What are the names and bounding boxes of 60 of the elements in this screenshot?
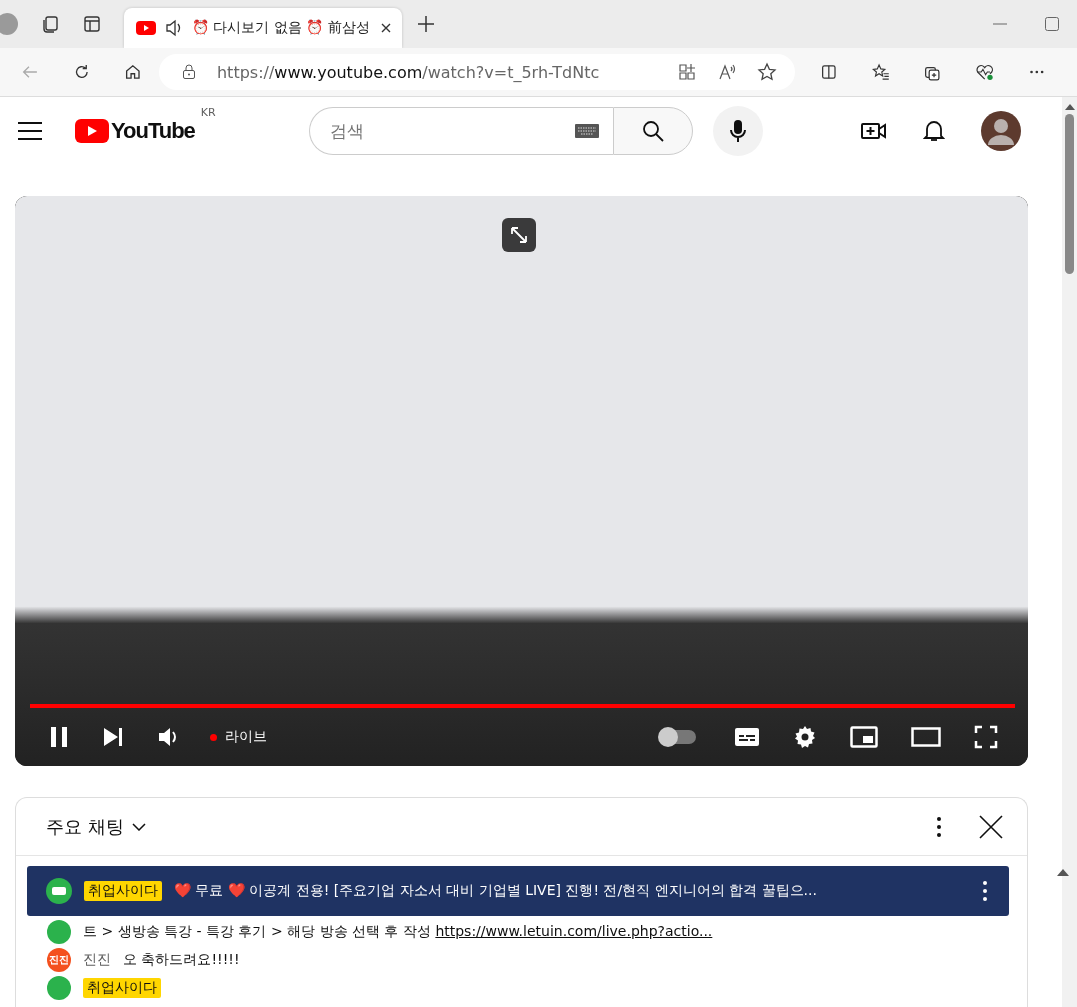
chat-mode-dropdown[interactable]: 주요 채팅 bbox=[46, 814, 146, 839]
read-aloud-icon[interactable] bbox=[716, 62, 737, 82]
voice-search-button[interactable] bbox=[712, 106, 763, 156]
search-icon bbox=[640, 119, 665, 143]
create-video-icon[interactable] bbox=[861, 121, 887, 141]
author-name: 진진 bbox=[83, 951, 111, 969]
scroll-up-icon[interactable] bbox=[1057, 868, 1069, 876]
split-screen-icon[interactable] bbox=[819, 62, 838, 82]
chevron-down-icon bbox=[131, 822, 146, 831]
message-link[interactable]: https://www.letuin.com/live.php?actio... bbox=[435, 923, 713, 939]
more-options-icon[interactable] bbox=[983, 881, 987, 901]
user-avatar: 진진 bbox=[47, 948, 71, 972]
lock-icon bbox=[180, 64, 197, 80]
autoplay-toggle[interactable] bbox=[660, 730, 696, 744]
settings-icon[interactable] bbox=[793, 725, 817, 749]
scrollbar-thumb[interactable] bbox=[1065, 114, 1074, 274]
bell-icon[interactable] bbox=[923, 119, 945, 143]
theater-mode-icon[interactable] bbox=[911, 727, 941, 747]
scroll-up-icon[interactable] bbox=[1064, 103, 1075, 110]
tab-title: ⏰ 다시보기 없음 ⏰ 前삼성 bbox=[192, 19, 371, 37]
logo-text[interactable]: YouTube bbox=[111, 118, 195, 144]
fullscreen-icon[interactable] bbox=[974, 725, 998, 749]
search-field[interactable]: 검색 bbox=[308, 107, 613, 155]
author-badge: 취업사이다 bbox=[84, 881, 162, 901]
more-options-icon[interactable] bbox=[937, 816, 941, 837]
url-text: https://www.youtube.com/watch?v=t_5rh-TdNtc bbox=[216, 62, 600, 82]
live-indicator[interactable]: 라이브 bbox=[210, 728, 267, 746]
youtube-icon bbox=[136, 21, 156, 35]
channel-avatar-icon bbox=[46, 878, 72, 904]
pinned-message[interactable]: 취업사이다 ❤ 무료 ❤ 이공계 전용! [주요기업 자소서 대비 기업별 LIVE] 진행! 전/현직 엔지니어의 합격 꿀팁으... bbox=[27, 866, 1009, 916]
subtitles-icon[interactable] bbox=[734, 727, 760, 747]
pause-icon[interactable] bbox=[49, 725, 69, 749]
region-code: KR bbox=[200, 106, 216, 119]
play-logo-icon bbox=[75, 119, 109, 143]
keyboard-icon[interactable] bbox=[574, 124, 599, 138]
home-icon[interactable] bbox=[124, 62, 142, 82]
tab-actions-icon[interactable] bbox=[82, 14, 102, 34]
pinned-text: ❤ 무료 ❤ 이공계 전용! [주요기업 자소서 대비 기업별 LIVE] 진행! 전/현직 엔지니어의 합격 꿀팁으... bbox=[174, 882, 818, 900]
health-icon[interactable] bbox=[974, 62, 995, 82]
maximize-icon[interactable] bbox=[1045, 17, 1059, 31]
apps-icon[interactable] bbox=[676, 62, 697, 82]
miniplayer-icon[interactable] bbox=[850, 726, 878, 748]
search-button[interactable] bbox=[612, 107, 693, 155]
star-icon[interactable] bbox=[756, 62, 777, 82]
address-bar[interactable]: https://www.youtube.com/watch?v=t_5rh-TdNtc bbox=[158, 54, 795, 90]
browser-tab[interactable]: ⏰ 다시보기 없음 ⏰ 前삼성 bbox=[124, 8, 402, 48]
page-scrollbar[interactable] bbox=[1062, 97, 1077, 1007]
favorites-icon[interactable] bbox=[871, 62, 890, 82]
close-icon[interactable] bbox=[979, 814, 1003, 839]
expand-icon[interactable] bbox=[502, 218, 536, 252]
collections-icon[interactable] bbox=[40, 14, 60, 34]
new-tab-icon[interactable] bbox=[416, 14, 436, 34]
close-tab-icon[interactable] bbox=[380, 22, 392, 34]
microphone-icon bbox=[729, 119, 746, 143]
message-text: 오 축하드려요!!!!! bbox=[123, 951, 240, 969]
avatar-icon[interactable] bbox=[981, 111, 1021, 151]
author-name: 취업사이다 bbox=[83, 978, 161, 998]
menu-icon[interactable] bbox=[18, 122, 42, 140]
message-text: 트 > 생방송 특강 - 특강 후기 > 해당 방송 선택 후 작성 https://www.letuin.com/live.php?actio... bbox=[83, 923, 713, 941]
next-icon[interactable] bbox=[102, 726, 124, 748]
